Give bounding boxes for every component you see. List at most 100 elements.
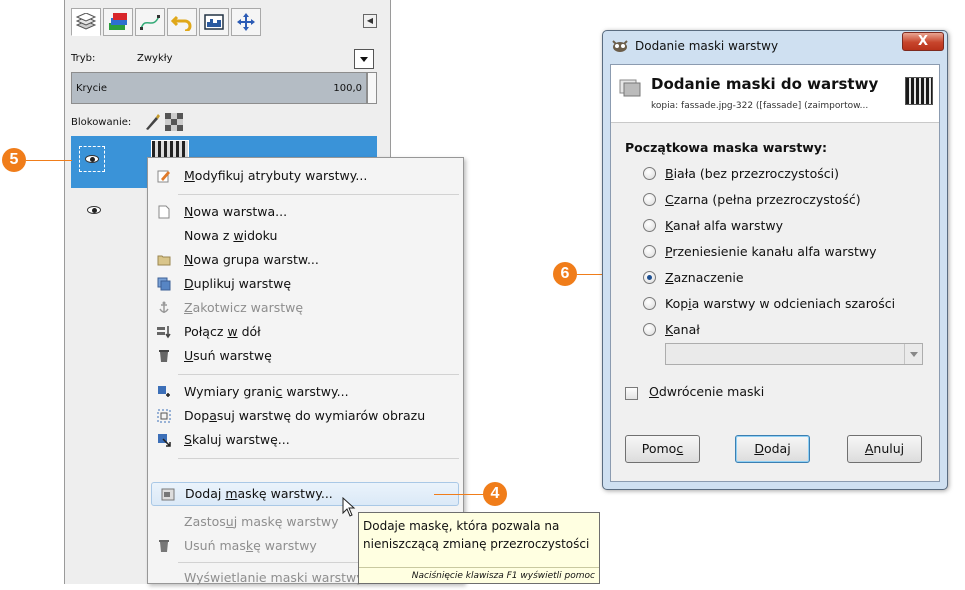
button-label: nuluj [873, 441, 905, 456]
menu-item-label: dół [237, 324, 261, 339]
tooltip-hint: Naciśnięcie klawisza F1 wyświetli pomoc [359, 567, 599, 584]
menu-item-duplicate-layer[interactable]: Duplikuj warstwę [148, 272, 463, 296]
menu-item-label: suń warstwę [193, 348, 272, 363]
layer-visibility-toggle[interactable] [79, 146, 105, 172]
add-button[interactable]: Dodaj [735, 435, 810, 463]
lock-alpha-icon[interactable] [165, 113, 183, 131]
menu-item-label: owa warstwa... [193, 204, 288, 219]
lock-pixels-icon[interactable] [143, 113, 161, 131]
fit-layer-icon [157, 409, 171, 423]
menu-item-label: Zastos [184, 514, 226, 529]
eye-icon [85, 155, 99, 163]
menu-item-label: warstwy... [282, 384, 349, 399]
folder-icon [157, 255, 171, 266]
chevron-down-icon[interactable] [904, 344, 922, 364]
menu-item-mnemonic: D [184, 276, 194, 291]
add-mask-icon [161, 488, 175, 501]
menu-item-delete-layer[interactable]: Usuń warstwę [148, 344, 463, 368]
menu-item-label: owa grupa warstw... [193, 252, 319, 267]
menu-item-mnemonic: a [209, 408, 217, 423]
opacity-spinner[interactable] [367, 72, 377, 104]
menu-item-label: Połącz [184, 324, 228, 339]
tab-layers[interactable] [71, 8, 101, 36]
menu-item-label: Dodaj [185, 486, 226, 501]
merge-down-icon [157, 326, 171, 339]
duplicate-icon [157, 277, 171, 291]
lock-label: Blokowanie: [71, 117, 132, 128]
scale-layer-icon [158, 434, 171, 447]
callout-leader-line [434, 494, 484, 495]
callout-badge: 6 [553, 262, 577, 286]
menu-item-layer-boundary-size[interactable]: Wymiary granic warstwy... [148, 380, 463, 404]
dialog-header: Dodanie maski do warstwy kopia: fassade.… [611, 65, 939, 123]
radio-button[interactable] [643, 167, 656, 180]
menu-separator [178, 194, 459, 195]
tab-navigation[interactable] [231, 8, 261, 36]
option-mnemonic: K [665, 218, 673, 233]
menu-item-label: akotwicz warstwę [192, 300, 304, 315]
radio-button-selected[interactable] [643, 271, 656, 284]
menu-item-mnemonic: Z [184, 300, 193, 315]
menu-item-mnemonic: u [225, 514, 234, 529]
menu-item-add-layer-mask[interactable]: Dodaj maskę warstwy... [151, 482, 459, 506]
channel-select[interactable] [665, 343, 923, 365]
dialog-body: Dodanie maski do warstwy kopia: fassade.… [610, 64, 940, 482]
option-label: iała (bez przezroczystości) [673, 166, 839, 181]
radio-button[interactable] [643, 219, 656, 232]
dialog-titlebar[interactable]: Dodanie maski warstwy X [603, 31, 947, 61]
dock-tabs [71, 8, 261, 38]
mouse-cursor-icon [342, 497, 356, 517]
menu-item-label: suj warstwę do wymiarów obrazu [216, 408, 426, 423]
tooltip: Dodaje maskę, która pozwala na nieniszcz… [358, 512, 600, 584]
cancel-button[interactable]: Anuluj [847, 435, 922, 463]
menu-item-label: Usuń mas [184, 538, 246, 553]
option-label: zarna (pełna przezroczystość) [673, 192, 861, 207]
menu-item-label: uplikuj warstwę [193, 276, 292, 291]
delete-icon [159, 540, 169, 552]
callout-leader-line [26, 160, 72, 161]
radio-button[interactable] [643, 323, 656, 336]
menu-item-label: askę warstwy... [237, 486, 333, 501]
close-button[interactable]: X [902, 32, 944, 51]
tab-paths[interactable] [135, 8, 165, 36]
radio-button[interactable] [643, 245, 656, 258]
menu-item-anchor-layer[interactable]: Zakotwicz warstwę [148, 296, 463, 320]
initial-mask-label: Początkowa maska warstwy: [625, 140, 828, 155]
menu-item-edit-attributes[interactable]: Modyfikuj atrybuty warstwy... [148, 164, 463, 188]
option-label: anał alfa warstwy [672, 218, 783, 233]
button-label: Pomo [641, 441, 677, 456]
menu-item-merge-down[interactable]: Połącz w dół [148, 320, 463, 344]
menu-item-mnemonic: N [184, 204, 194, 219]
option-label: aznaczenie [673, 270, 744, 285]
invert-mask-checkbox[interactable] [625, 387, 638, 400]
tab-undo-history[interactable] [167, 8, 197, 36]
menu-item-label: Dop [184, 408, 210, 423]
edit-attributes-icon [157, 170, 170, 183]
mode-dropdown[interactable] [354, 49, 374, 69]
option-mnemonic: C [665, 192, 674, 207]
menu-item-mnemonic: w [233, 228, 244, 243]
callout-badge: 4 [483, 482, 507, 506]
checkbox-mnemonic: O [649, 384, 659, 399]
option-label: Kop [665, 296, 689, 311]
opacity-label: Krycie [76, 83, 108, 94]
dock-menu-button[interactable]: ◀ [363, 14, 377, 28]
menu-item-scale-layer[interactable]: Skaluj warstwę... [148, 428, 463, 452]
menu-item-layer-to-image-size[interactable]: Dopasuj warstwę do wymiarów obrazu [148, 404, 463, 428]
menu-item-label: idoku [243, 228, 278, 243]
menu-item-label: ę warstwy [253, 538, 317, 553]
menu-item-new-layer[interactable]: Nowa warstwa... [148, 200, 463, 224]
menu-item-new-layer-group[interactable]: Nowa grupa warstw... [148, 248, 463, 272]
opacity-slider[interactable]: Krycie 100,0 [71, 72, 367, 104]
help-button[interactable]: Pomoc [625, 435, 700, 463]
menu-item-label: Wymiary grani [184, 384, 276, 399]
menu-item-new-from-visible[interactable]: Nowa z widoku [148, 224, 463, 248]
invert-mask-label: Odwrócenie maski [649, 384, 764, 399]
dialog-title: Dodanie maski warstwy [635, 39, 779, 53]
tab-channels[interactable] [103, 8, 133, 36]
tab-images[interactable] [199, 8, 229, 36]
menu-item-label: kaluj warstwę... [191, 432, 290, 447]
radio-button[interactable] [643, 297, 656, 310]
eye-icon[interactable] [87, 206, 101, 214]
radio-button[interactable] [643, 193, 656, 206]
